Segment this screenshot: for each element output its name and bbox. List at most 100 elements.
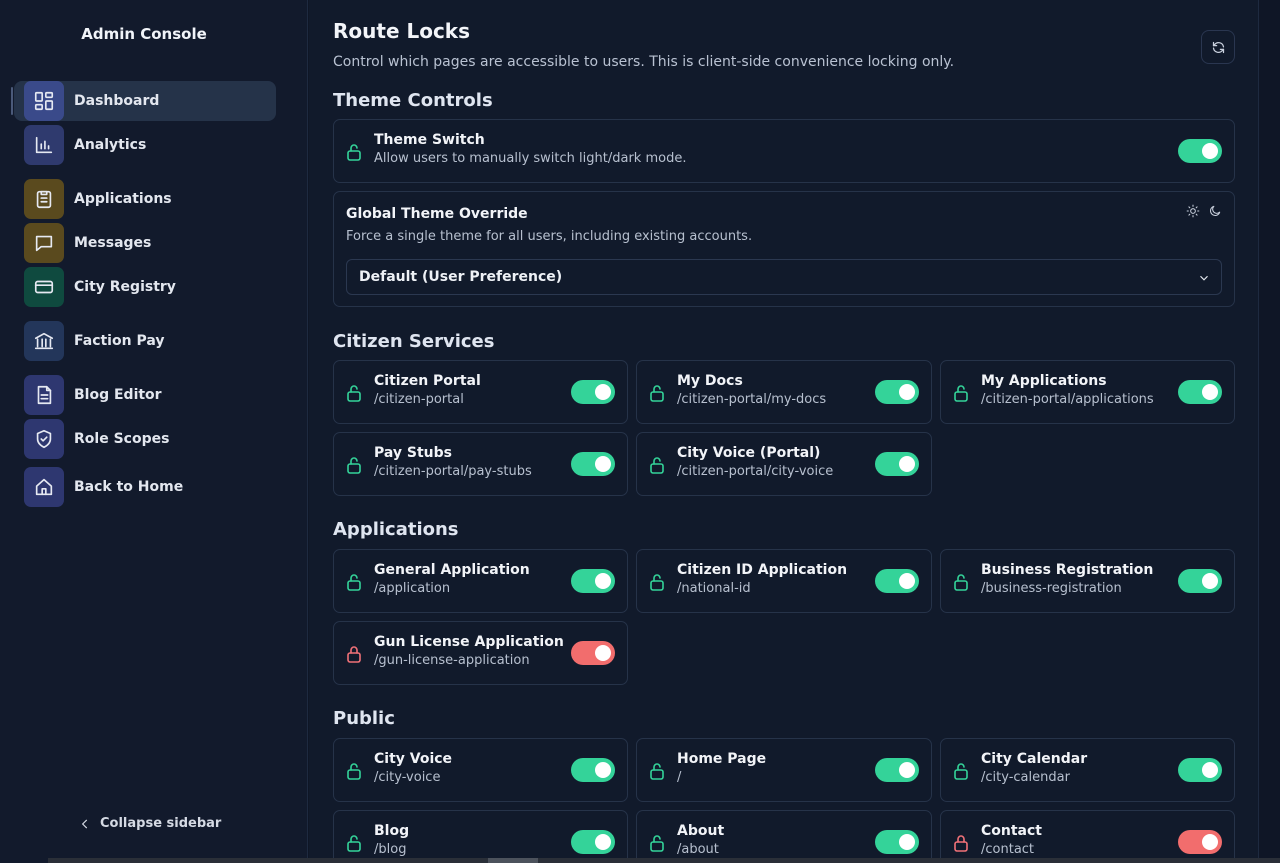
route-title: About: [677, 823, 725, 839]
route-path: /citizen-portal/city-voice: [677, 464, 834, 479]
toggle-knob: [595, 384, 611, 400]
toggle-knob: [1202, 573, 1218, 589]
theme-override-select[interactable]: Default (User Preference): [346, 259, 1222, 295]
unlocked-icon: [346, 384, 362, 402]
route-title: City Voice (Portal): [677, 445, 821, 461]
document-icon: [24, 375, 64, 415]
route-path: /blog: [374, 842, 407, 857]
route-toggle[interactable]: [875, 569, 919, 593]
sidebar-item-blog-editor[interactable]: Blog Editor: [14, 375, 276, 415]
unlocked-icon: [953, 384, 969, 402]
sidebar-item-back-to-home[interactable]: Back to Home: [14, 467, 276, 507]
refresh-icon: [1212, 41, 1224, 53]
sidebar-item-city-registry[interactable]: City Registry: [14, 267, 276, 307]
sidebar-item-label: Applications: [74, 191, 172, 207]
moon-icon: [1210, 205, 1221, 216]
route-toggle[interactable]: [1178, 758, 1222, 782]
toggle-knob: [1202, 143, 1218, 159]
toggle-knob: [899, 384, 915, 400]
route-title: Blog: [374, 823, 410, 839]
unlocked-icon: [649, 834, 665, 852]
sidebar-item-messages[interactable]: Messages: [14, 223, 276, 263]
route-toggle[interactable]: [1178, 830, 1222, 854]
sidebar-item-role-scopes[interactable]: Role Scopes: [14, 419, 276, 459]
sidebar-item-label: Back to Home: [74, 479, 184, 495]
route-card-city-calendar: City Calendar /city-calendar: [940, 738, 1235, 802]
route-title: Pay Stubs: [374, 445, 452, 461]
route-card-contact: Contact /contact: [940, 810, 1235, 863]
route-toggle[interactable]: [875, 452, 919, 476]
clipboard-icon: [24, 179, 64, 219]
unlocked-icon: [649, 762, 665, 780]
sidebar-item-label: Dashboard: [74, 93, 160, 109]
section-title-citizen-services: Citizen Services: [333, 331, 495, 352]
route-toggle[interactable]: [571, 641, 615, 665]
route-title: City Calendar: [981, 751, 1088, 767]
sidebar-item-analytics[interactable]: Analytics: [14, 125, 276, 165]
toggle-knob: [595, 834, 611, 850]
sidebar: Admin Console Dashboard Analytics Applic…: [0, 0, 308, 863]
locked-icon: [346, 645, 362, 663]
sidebar-item-dashboard[interactable]: Dashboard: [11, 81, 276, 121]
unlocked-icon: [346, 573, 362, 591]
unlocked-icon: [953, 573, 969, 591]
route-toggle[interactable]: [571, 830, 615, 854]
route-card-gun-license-application: Gun License Application /gun-license-app…: [333, 621, 628, 685]
toggle-knob: [899, 456, 915, 472]
route-title: General Application: [374, 562, 530, 578]
brand-title: Admin Console: [81, 25, 207, 43]
theme-icons: [1186, 204, 1222, 218]
bank-icon: [24, 321, 64, 361]
route-path: /city-calendar: [981, 770, 1070, 785]
unlocked-icon: [953, 762, 969, 780]
sidebar-item-faction-pay[interactable]: Faction Pay: [14, 321, 276, 361]
route-path: /gun-license-application: [374, 653, 530, 668]
toggle-knob: [595, 762, 611, 778]
route-toggle[interactable]: [1178, 569, 1222, 593]
card-icon: [24, 267, 64, 307]
card-description: Force a single theme for all users, incl…: [346, 229, 753, 244]
scrollbar-thumb[interactable]: [488, 858, 538, 863]
route-path: /city-voice: [374, 770, 441, 785]
theme-switch-toggle[interactable]: [1178, 139, 1222, 163]
route-toggle[interactable]: [571, 380, 615, 404]
route-path: /contact: [981, 842, 1035, 857]
route-title: City Voice: [374, 751, 453, 767]
toggle-knob: [595, 573, 611, 589]
section-title-applications: Applications: [333, 519, 459, 540]
unlocked-icon: [649, 384, 665, 402]
sidebar-item-applications[interactable]: Applications: [14, 179, 276, 219]
section-title-theme-controls: Theme Controls: [333, 90, 493, 111]
route-card-home-page: Home Page /: [636, 738, 932, 802]
unlocked-icon: [649, 456, 665, 474]
sidebar-item-label: Role Scopes: [74, 431, 170, 447]
route-title: Contact: [981, 823, 1042, 839]
collapse-sidebar-button[interactable]: Collapse sidebar: [78, 816, 221, 831]
route-toggle[interactable]: [875, 758, 919, 782]
route-toggle[interactable]: [875, 830, 919, 854]
section-title-public: Public: [333, 708, 395, 729]
page-title: Route Locks: [333, 19, 471, 43]
refresh-button[interactable]: [1201, 30, 1235, 64]
sun-icon: [1186, 204, 1200, 218]
route-card-about: About /about: [636, 810, 932, 863]
route-toggle[interactable]: [1178, 380, 1222, 404]
route-path: /citizen-portal/applications: [981, 392, 1154, 407]
right-rail: [1259, 0, 1280, 863]
route-toggle[interactable]: [571, 452, 615, 476]
unlocked-icon: [346, 143, 362, 161]
route-toggle[interactable]: [571, 758, 615, 782]
sidebar-item-label: Analytics: [74, 137, 147, 153]
card-title: Global Theme Override: [346, 206, 528, 222]
sidebar-item-label: Messages: [74, 235, 152, 251]
route-toggle[interactable]: [875, 380, 919, 404]
route-toggle[interactable]: [571, 569, 615, 593]
home-icon: [24, 467, 64, 507]
toggle-knob: [1202, 834, 1218, 850]
sidebar-item-label: City Registry: [74, 279, 176, 295]
toggle-knob: [595, 456, 611, 472]
chevron-left-icon: [78, 817, 92, 831]
route-path: /citizen-portal/pay-stubs: [374, 464, 532, 479]
horizontal-scrollbar[interactable]: [48, 858, 1280, 863]
toggle-knob: [899, 573, 915, 589]
